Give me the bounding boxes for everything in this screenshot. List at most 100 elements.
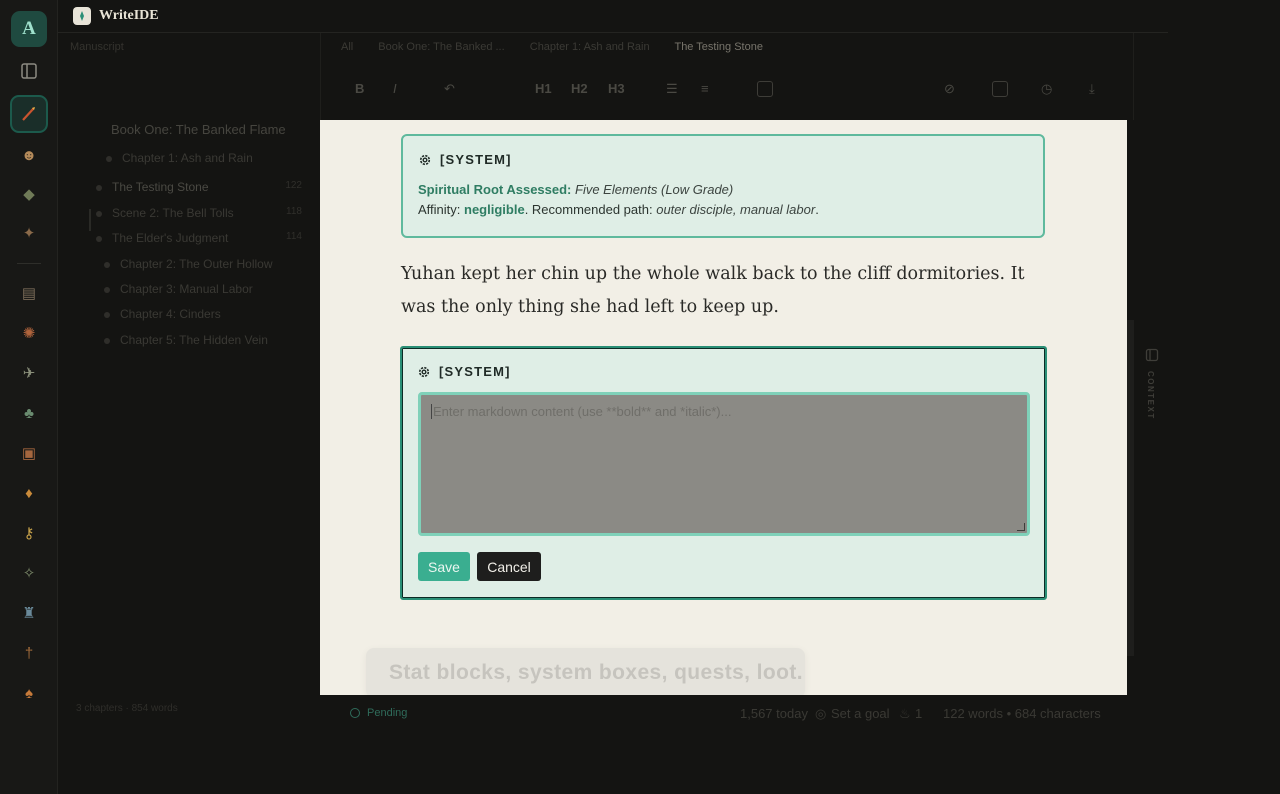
system-box[interactable]: [SYSTEM] Spiritual Root Assessed: Five E… bbox=[401, 134, 1045, 238]
heading1-button[interactable]: H1 bbox=[535, 81, 552, 96]
rail-divider bbox=[17, 263, 41, 264]
tree-item-label: The Testing Stone bbox=[112, 180, 209, 194]
bullet-icon bbox=[104, 261, 110, 268]
history-icon[interactable]: ◷ bbox=[1041, 81, 1052, 97]
text-caret bbox=[431, 404, 432, 419]
breadcrumb: All Book One: The Banked ... Chapter 1: … bbox=[341, 41, 785, 53]
italic-icon[interactable]: I bbox=[393, 81, 397, 96]
resize-handle-icon[interactable] bbox=[1017, 523, 1025, 531]
system-box-title: [SYSTEM] bbox=[418, 152, 512, 167]
manuscript-sidebar: Manuscript Book One: The Banked Flame Ch… bbox=[58, 33, 320, 733]
markdown-input[interactable]: Enter markdown content (use **bold** and… bbox=[418, 392, 1030, 536]
tree-item-selected[interactable]: The Testing Stone 122 bbox=[96, 180, 320, 194]
chest-icon[interactable]: ▣ bbox=[19, 443, 39, 463]
bullet-icon bbox=[96, 184, 102, 191]
clock-icon bbox=[350, 708, 360, 718]
heading2-button[interactable]: H2 bbox=[571, 81, 588, 96]
flame-icon[interactable]: ♦ bbox=[19, 483, 39, 503]
map-icon[interactable]: ✈ bbox=[19, 363, 39, 383]
activity-rail: A ☻ ◆ ✦ ▤ ✺ ✈ ♣ ▣ ♦ ⚷ ✧ ♜ † ♠ bbox=[0, 0, 58, 794]
tree-item-label: Chapter 5: The Hidden Vein bbox=[120, 333, 268, 347]
window-margin bbox=[1168, 0, 1280, 794]
tree-item[interactable]: Chapter 1: Ash and Rain bbox=[106, 151, 253, 165]
insert-block-icon[interactable] bbox=[757, 81, 773, 97]
heading3-button[interactable]: H3 bbox=[608, 81, 625, 96]
line-end: . bbox=[815, 202, 819, 217]
bullet-icon bbox=[96, 210, 102, 217]
breadcrumb-current: The Testing Stone bbox=[674, 41, 763, 53]
tree-item[interactable]: Scene 2: The Bell Tolls 118 bbox=[96, 206, 320, 220]
numbered-list-icon[interactable]: ≡ bbox=[701, 81, 709, 96]
breadcrumb-item[interactable]: All bbox=[341, 41, 353, 53]
set-goal-button[interactable]: Set a goal bbox=[831, 706, 890, 721]
download-icon[interactable]: ⤓ bbox=[1089, 81, 1095, 97]
magic-icon[interactable]: ✺ bbox=[19, 323, 39, 343]
bullet-icon bbox=[106, 155, 112, 162]
app-logo[interactable]: A bbox=[11, 11, 47, 47]
cancel-button[interactable]: Cancel bbox=[477, 552, 541, 581]
tree-item[interactable]: The Elder's Judgment 114 bbox=[96, 231, 320, 245]
context-panel-icon[interactable] bbox=[1145, 348, 1159, 362]
context-panel-label[interactable]: CONTEXT bbox=[1146, 371, 1155, 420]
breadcrumb-item[interactable]: Book One: The Banked ... bbox=[378, 41, 504, 53]
prose-paragraph[interactable]: Yuhan kept her chin up the whole walk ba… bbox=[401, 258, 1041, 324]
stat-label: Spiritual Root Assessed: bbox=[418, 182, 572, 197]
tree-icon[interactable]: ♣ bbox=[19, 403, 39, 423]
bold-icon[interactable]: B bbox=[355, 81, 364, 96]
world-icon[interactable]: ◆ bbox=[19, 184, 39, 204]
document-stats: 122 words • 684 characters bbox=[943, 706, 1101, 721]
status-bar: Pending 1,567 today ◎ Set a goal ♨ 1 122… bbox=[320, 697, 1134, 733]
sword-icon[interactable]: † bbox=[19, 643, 39, 663]
quill-icon[interactable] bbox=[10, 95, 48, 133]
characters-icon[interactable]: ☻ bbox=[19, 145, 39, 165]
system-line-1: Spiritual Root Assessed: Five Elements (… bbox=[418, 182, 733, 197]
tree-item[interactable]: Chapter 4: Cinders bbox=[104, 307, 221, 321]
context-panel-scrollbar[interactable] bbox=[1127, 320, 1134, 656]
tree-item-label: The Elder's Judgment bbox=[112, 231, 229, 245]
potion-icon[interactable]: ♜ bbox=[19, 603, 39, 623]
target-icon: ◎ bbox=[815, 706, 827, 721]
streak-count: 1 bbox=[915, 706, 923, 721]
selection-indicator bbox=[89, 209, 91, 231]
word-count: 118 bbox=[286, 206, 302, 217]
streak-icon: ♨ bbox=[899, 706, 911, 721]
stat-value: Five Elements (Low Grade) bbox=[575, 182, 734, 197]
save-button[interactable]: Save bbox=[418, 552, 470, 581]
tooltip: Stat blocks, system boxes, quests, loot. bbox=[366, 648, 805, 695]
tree-item-label: Chapter 4: Cinders bbox=[120, 307, 221, 321]
input-placeholder: Enter markdown content (use **bold** and… bbox=[433, 404, 732, 419]
breadcrumb-item[interactable]: Chapter 1: Ash and Rain bbox=[530, 41, 650, 53]
torch-icon[interactable]: ♠ bbox=[19, 683, 39, 703]
word-count: 122 bbox=[285, 180, 302, 191]
app-icon bbox=[73, 7, 91, 25]
bullet-icon bbox=[104, 311, 110, 318]
fullscreen-icon[interactable] bbox=[992, 81, 1008, 97]
bullet-list-icon[interactable]: ☰ bbox=[666, 81, 678, 97]
key-icon[interactable]: ⚷ bbox=[19, 523, 39, 543]
path-label: . Recommended path: bbox=[524, 202, 653, 217]
tree-item[interactable]: Chapter 5: The Hidden Vein bbox=[104, 333, 268, 347]
compass-icon[interactable]: ✧ bbox=[19, 563, 39, 583]
undo-icon[interactable]: ↶ bbox=[444, 81, 455, 97]
path-value: outer disciple, manual labor bbox=[656, 202, 816, 217]
toggle-sidebar-icon[interactable] bbox=[20, 62, 38, 80]
scroll-icon[interactable]: ▤ bbox=[19, 283, 39, 303]
system-line-2: Affinity: negligible. Recommended path: … bbox=[418, 202, 819, 217]
hide-icon[interactable]: ⊘ bbox=[944, 81, 955, 97]
editor-title: [SYSTEM] bbox=[417, 364, 511, 379]
creatures-icon[interactable]: ✦ bbox=[19, 223, 39, 243]
title-bar: WriteIDE bbox=[58, 0, 1168, 33]
gear-icon bbox=[419, 154, 431, 165]
app-name: WriteIDE bbox=[99, 8, 159, 23]
sidebar-footer: 3 chapters · 854 words bbox=[76, 703, 178, 714]
sync-status: Pending bbox=[350, 707, 407, 719]
tree-item-label: Scene 2: The Bell Tolls bbox=[112, 206, 234, 220]
tree-book[interactable]: Book One: The Banked Flame bbox=[111, 122, 286, 137]
editor-title-text: [SYSTEM] bbox=[439, 364, 511, 379]
tree-item[interactable]: Chapter 3: Manual Labor bbox=[104, 282, 253, 296]
affinity-label: Affinity: bbox=[418, 202, 461, 217]
system-box-title-text: [SYSTEM] bbox=[440, 152, 512, 167]
tree-item-label: Chapter 3: Manual Labor bbox=[120, 282, 253, 296]
bullet-icon bbox=[96, 235, 102, 242]
tree-item[interactable]: Chapter 2: The Outer Hollow bbox=[104, 257, 273, 271]
